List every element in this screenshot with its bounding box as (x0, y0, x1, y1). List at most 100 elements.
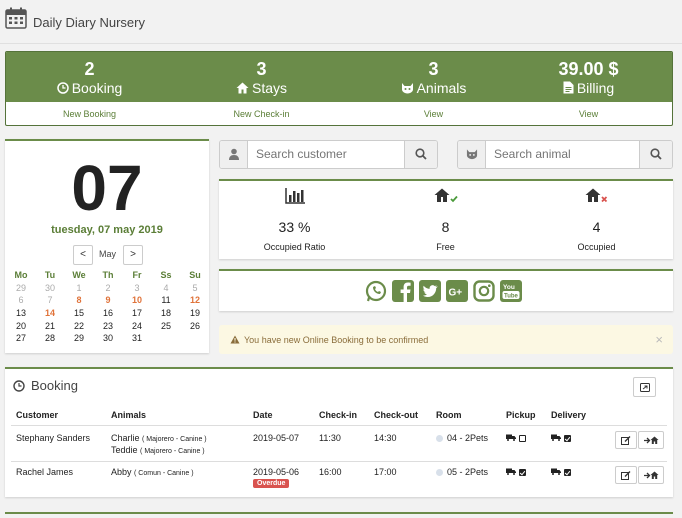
calendar-date-cell[interactable]: 30 (94, 333, 122, 343)
booking-card: Booking Customer Animals Date Check-in C… (5, 367, 673, 497)
customer-search-button[interactable] (404, 141, 437, 168)
column-header: Customer (16, 410, 59, 420)
customer-name: Stephany Sanders (16, 433, 91, 443)
calendar-date-cell[interactable]: 20 (7, 321, 35, 331)
twitter-icon[interactable] (419, 280, 441, 302)
animal-entry: Teddie ( Majorero - Canine ) (111, 445, 205, 455)
calendar-icon (5, 7, 27, 29)
calendar-date-cell[interactable]: 18 (152, 308, 180, 318)
weekday-label: Ss (160, 270, 172, 280)
calendar-card: 07 tuesday, 07 may 2019 < May > Mo Tu We… (5, 139, 209, 353)
calendar-date-cell[interactable]: 6 (7, 295, 35, 305)
calendar-date-cell[interactable]: 3 (123, 283, 151, 293)
animal-name: Teddie (111, 445, 138, 455)
weekday-label: Th (102, 270, 114, 280)
checkin-button[interactable] (638, 431, 664, 449)
calendar-date-cell[interactable]: 9 (94, 295, 122, 305)
home-icon (236, 82, 249, 94)
calendar-date-cell[interactable]: 1 (65, 283, 93, 293)
calendar-month: May (99, 249, 117, 259)
calendar-date-cell[interactable]: 30 (36, 283, 64, 293)
edit-button[interactable] (615, 466, 637, 484)
stat-booking: 2 Booking New Booking (6, 52, 173, 125)
expand-button[interactable] (633, 377, 656, 397)
calendar-date-cell[interactable]: 23 (94, 321, 122, 331)
delivery-checkbox[interactable] (564, 435, 571, 442)
view-billing-link[interactable]: View (505, 109, 672, 119)
delivery-checkbox[interactable] (564, 469, 571, 476)
weekday-label: We (72, 270, 86, 280)
customer-search-input[interactable] (256, 147, 396, 161)
facebook-icon[interactable] (392, 280, 414, 302)
view-animals-link[interactable]: View (350, 109, 517, 119)
column-header: Date (253, 410, 273, 420)
stat-value: 2 (84, 59, 95, 79)
calendar-date-cell[interactable]: 29 (7, 283, 35, 293)
warning-icon (230, 335, 240, 344)
calendar-date-cell[interactable]: 4 (152, 283, 180, 293)
animal-search (457, 140, 673, 169)
truck-icon (506, 468, 516, 475)
calendar-date-cell[interactable]: 12 (181, 295, 209, 305)
instagram-icon[interactable] (473, 280, 495, 302)
next-month-button[interactable]: > (123, 245, 143, 265)
calendar-date-cell[interactable]: 26 (181, 321, 209, 331)
calendar-date-cell[interactable]: 15 (65, 308, 93, 318)
calendar-date-cell[interactable]: 2 (94, 283, 122, 293)
calendar-date-cell[interactable]: 29 (65, 333, 93, 343)
calendar-date-cell[interactable]: 16 (94, 308, 122, 318)
occupied-ratio-label: Occupied Ratio (263, 242, 326, 252)
occupied-rooms-value: 4 (592, 219, 601, 235)
customer-name: Rachel James (16, 467, 74, 477)
occupied-ratio-value: 33 % (278, 219, 311, 235)
stat-stays: 3 Stays New Check-in (178, 52, 345, 125)
google-plus-icon[interactable]: G+ (446, 280, 468, 302)
youtube-icon[interactable]: You Tube (500, 280, 522, 302)
occupied-rooms-label: Occupied (577, 242, 616, 252)
arrow-home-icon (644, 436, 659, 444)
weekday-label: Fr (132, 270, 142, 280)
customer-search (219, 140, 438, 169)
search-icon (415, 148, 427, 160)
animal-search-button[interactable] (639, 141, 672, 168)
pickup-checkbox[interactable] (519, 469, 526, 476)
new-booking-link[interactable]: New Booking (6, 109, 173, 119)
weekday-label: Tu (44, 270, 56, 280)
calendar-date-cell[interactable]: 11 (152, 295, 180, 305)
calendar-date-cell[interactable]: 22 (65, 321, 93, 331)
calendar-date-cell[interactable]: 25 (152, 321, 180, 331)
animal-search-input[interactable] (494, 147, 634, 161)
checkout-time: 14:30 (374, 433, 397, 443)
alert-close-button[interactable]: × (655, 332, 663, 347)
calendar-date-cell[interactable]: 8 (65, 295, 93, 305)
stat-label: Animals (416, 80, 467, 96)
calendar-date-cell[interactable]: 5 (181, 283, 209, 293)
calendar-date-cell[interactable]: 27 (7, 333, 35, 343)
edit-button[interactable] (615, 431, 637, 449)
whatsapp-icon[interactable] (365, 280, 387, 302)
calendar-date-cell[interactable]: 28 (36, 333, 64, 343)
calendar-date-cell[interactable]: 14 (36, 308, 64, 318)
calendar-date-cell[interactable]: 19 (181, 308, 209, 318)
calendar-date-cell[interactable]: 31 (123, 333, 151, 343)
calendar-date-cell[interactable]: 13 (7, 308, 35, 318)
calendar-day: 07 (71, 152, 143, 224)
calendar-date-cell[interactable]: 10 (123, 295, 151, 305)
calendar-date-cell[interactable]: 21 (36, 321, 64, 331)
app-title: Daily Diary Nursery (33, 15, 145, 30)
bar-chart-icon (284, 188, 305, 204)
free-rooms: 8 Free (370, 181, 521, 259)
calendar-date-cell[interactable]: 17 (123, 308, 151, 318)
stat-animals: 3 Animals View (350, 52, 517, 125)
new-checkin-link[interactable]: New Check-in (178, 109, 345, 119)
checkin-button[interactable] (638, 466, 664, 484)
svg-text:You: You (503, 284, 515, 291)
pickup-checkbox[interactable] (519, 435, 526, 442)
column-header: Animals (111, 410, 147, 420)
house-x-icon (585, 188, 607, 203)
prev-month-button[interactable]: < (73, 245, 93, 265)
stat-label: Stays (251, 80, 287, 96)
calendar-date-cell[interactable]: 24 (123, 321, 151, 331)
calendar-date-cell[interactable]: 7 (36, 295, 64, 305)
truck-icon (551, 434, 561, 441)
